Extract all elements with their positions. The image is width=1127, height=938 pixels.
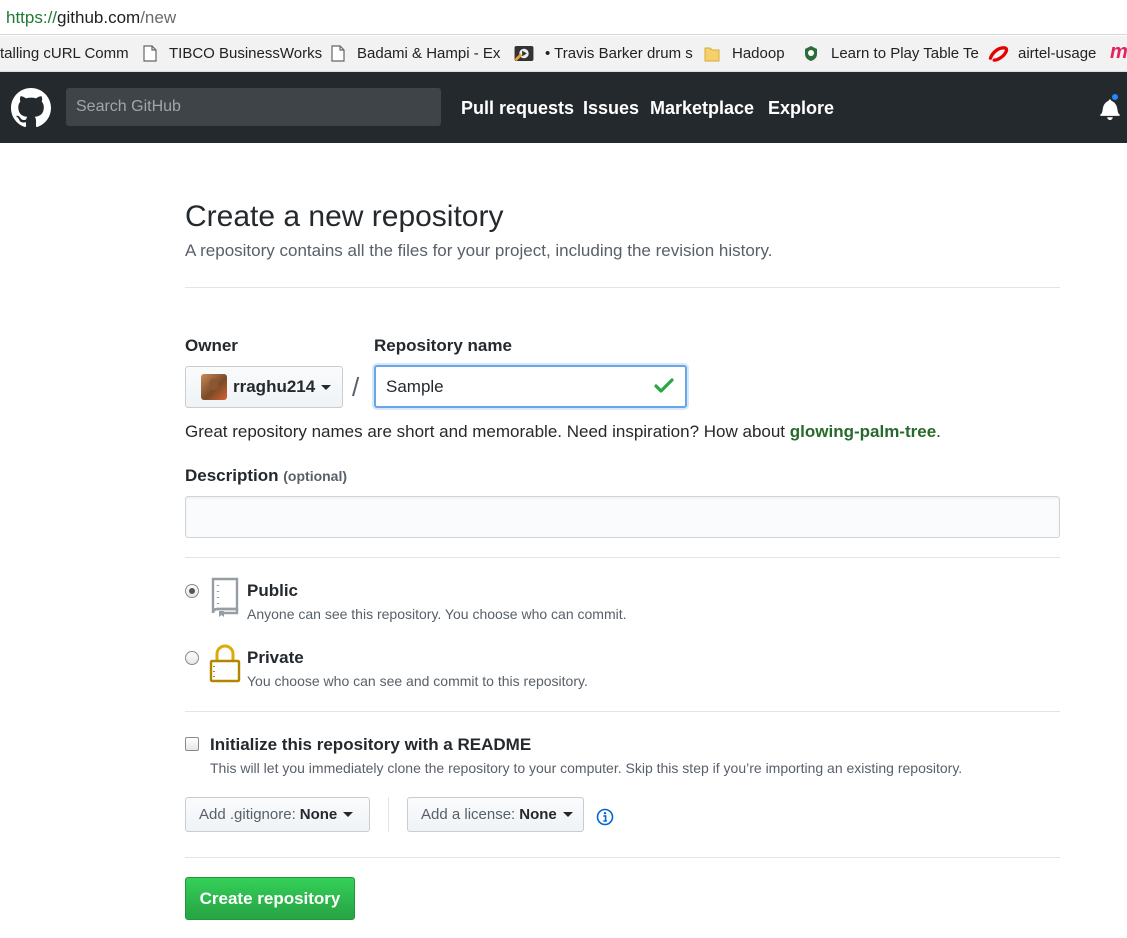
page-subtitle: A repository contains all the files for … — [185, 241, 773, 260]
readme-label[interactable]: Initialize this repository with a README — [210, 735, 531, 755]
page-title: Create a new repository — [185, 200, 504, 233]
bookmark-tibco[interactable]: TIBCO BusinessWorks — [143, 45, 322, 62]
caret-down-icon — [343, 812, 354, 817]
vertical-divider — [388, 797, 389, 832]
bookmark-airtel[interactable]: airtel-usage — [987, 45, 1096, 62]
readme-checkbox[interactable] — [185, 737, 199, 751]
repo-name-input[interactable] — [374, 365, 687, 408]
bookmark-label: talling cURL Comm — [0, 45, 129, 62]
owner-repo-separator: / — [352, 372, 360, 402]
check-icon — [654, 378, 674, 393]
airtel-icon — [988, 46, 1009, 62]
hint-period: . — [936, 422, 941, 441]
divider — [185, 857, 1060, 858]
bookmark-label: Learn to Play Table Te — [831, 45, 979, 62]
gitignore-value: None — [299, 806, 338, 823]
public-description: Anyone can see this repository. You choo… — [247, 606, 627, 622]
optional-tag: (optional) — [283, 468, 348, 484]
private-radio[interactable] — [185, 651, 199, 665]
public-title: Public — [247, 581, 299, 600]
url-text[interactable]: https://github.com/new — [6, 8, 176, 28]
divider — [185, 711, 1060, 712]
bookmark-label: TIBCO BusinessWorks — [169, 45, 323, 62]
nav-pull-requests[interactable]: Pull requests — [461, 98, 574, 119]
owner-name: rraghu214 — [233, 377, 316, 396]
bookmarks-bar: talling cURL Comm TIBCO BusinessWorks Ba… — [0, 36, 1127, 72]
folder-icon — [704, 47, 720, 62]
avatar — [201, 374, 227, 400]
caret-down-icon — [321, 384, 332, 390]
gitignore-label: Add .gitignore: — [199, 806, 296, 823]
lock-icon — [209, 644, 241, 683]
notification-indicator — [1110, 92, 1120, 102]
license-label: Add a license: — [421, 806, 516, 823]
bookmark-badami[interactable]: Badami & Hampi - Ex — [331, 45, 500, 62]
nav-issues[interactable]: Issues — [583, 98, 639, 119]
bookmark-overflow-icon[interactable]: m — [1110, 41, 1127, 64]
name-suggestion-link[interactable]: glowing-palm-tree — [790, 422, 936, 441]
github-header: Search GitHub Pull requests Issues Marke… — [0, 72, 1127, 143]
repo-book-icon — [211, 577, 239, 617]
private-title: Private — [247, 648, 304, 667]
description-label-text: Description — [185, 466, 279, 485]
nav-explore[interactable]: Explore — [768, 98, 834, 119]
private-description: You choose who can see and commit to thi… — [247, 673, 588, 689]
bookmark-label: Hadoop — [732, 45, 785, 62]
license-dropdown[interactable]: Add a license: None — [407, 797, 584, 832]
owner-label: Owner — [185, 336, 238, 355]
github-logo-icon[interactable] — [11, 88, 51, 128]
owner-dropdown[interactable]: rraghu214 — [185, 366, 343, 408]
create-repository-button[interactable]: Create repository — [185, 877, 355, 920]
bookmark-label: • Travis Barker drum s — [545, 45, 693, 62]
shield-icon — [805, 46, 817, 61]
bookmark-curl[interactable]: talling cURL Comm — [0, 45, 129, 62]
repo-name-label: Repository name — [374, 336, 512, 355]
bookmark-table-tennis[interactable]: Learn to Play Table Te — [803, 45, 979, 62]
page-icon — [143, 45, 157, 62]
gitignore-dropdown[interactable]: Add .gitignore: None — [185, 797, 370, 832]
description-label: Description (optional) — [185, 466, 347, 486]
public-radio[interactable] — [185, 584, 199, 598]
repo-name-hint: Great repository names are short and mem… — [185, 422, 941, 442]
bookmark-hadoop[interactable]: Hadoop — [704, 45, 785, 62]
info-icon[interactable] — [596, 808, 614, 826]
readme-description: This will let you immediately clone the … — [210, 760, 963, 776]
description-input[interactable] — [185, 496, 1060, 538]
bookmark-label: airtel-usage — [1018, 45, 1097, 62]
bookmark-label: Badami & Hampi - Ex — [357, 45, 501, 62]
caret-down-icon — [562, 812, 573, 817]
divider — [185, 557, 1060, 558]
address-bar[interactable]: https://github.com/new — [0, 0, 1127, 35]
nav-marketplace[interactable]: Marketplace — [650, 98, 754, 119]
video-icon — [514, 45, 534, 62]
search-input[interactable]: Search GitHub — [66, 88, 441, 126]
page-icon — [331, 45, 345, 62]
bookmark-travis[interactable]: • Travis Barker drum s — [513, 45, 693, 62]
hint-text: Great repository names are short and mem… — [185, 422, 790, 441]
divider — [185, 287, 1060, 288]
license-value: None — [519, 806, 557, 823]
